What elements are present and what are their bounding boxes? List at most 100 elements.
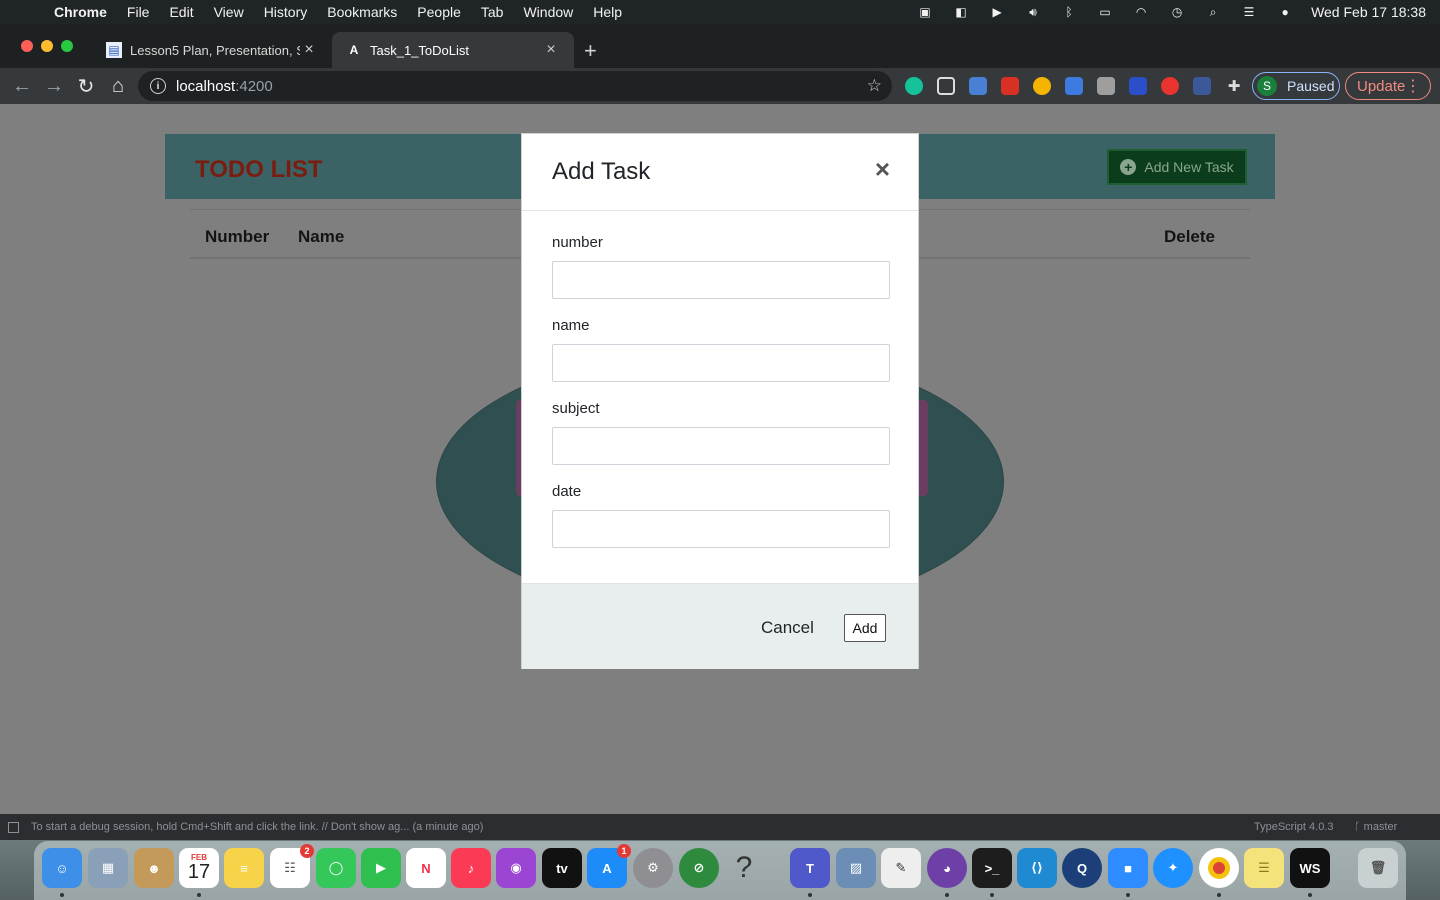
webstorm-icon[interactable]: WS: [1290, 848, 1330, 888]
new-tab-icon[interactable]: +: [584, 38, 597, 64]
facetime-icon[interactable]: ▶: [361, 848, 401, 888]
menu-view[interactable]: View: [204, 4, 254, 20]
menu-bookmarks[interactable]: Bookmarks: [317, 4, 407, 20]
name-input[interactable]: [552, 344, 890, 382]
subject-input[interactable]: [552, 427, 890, 465]
textedit-icon[interactable]: ✎: [881, 848, 921, 888]
preview-icon[interactable]: ▨: [836, 848, 876, 888]
chrome-icon[interactable]: [1199, 848, 1239, 888]
vscode-icon[interactable]: ⟨⟩: [1017, 848, 1057, 888]
menu-app-chrome[interactable]: Chrome: [44, 4, 117, 20]
git-branch[interactable]: ᚴ master: [1354, 821, 1397, 833]
panel-toggle-icon[interactable]: [8, 821, 19, 833]
menu-help[interactable]: Help: [583, 4, 632, 20]
help-question-icon[interactable]: ?: [724, 848, 764, 888]
reminders-icon[interactable]: ☷ 2: [270, 844, 314, 888]
app-store-icon[interactable]: A1: [587, 844, 631, 888]
add-new-task-button[interactable]: + Add New Task: [1107, 149, 1247, 185]
tab-close-icon[interactable]: ×: [542, 41, 560, 59]
adblock-extension-icon[interactable]: [1161, 77, 1179, 95]
menu-file[interactable]: File: [117, 4, 160, 20]
system-preferences-icon[interactable]: ⚙: [633, 848, 673, 888]
reload-icon[interactable]: ↻: [72, 72, 100, 100]
menu-history[interactable]: History: [254, 4, 318, 20]
play-icon[interactable]: ▶: [979, 0, 1015, 24]
calendar-icon[interactable]: FEB 17: [179, 848, 219, 888]
screen-record-icon[interactable]: ▣: [907, 0, 943, 24]
siri-icon[interactable]: ●: [1267, 0, 1303, 24]
running-indicator: [1126, 893, 1130, 897]
tools-extension-icon[interactable]: [1193, 77, 1211, 95]
terminal-icon[interactable]: >_: [972, 848, 1012, 888]
spotlight-search-icon[interactable]: ⌕: [1195, 0, 1231, 24]
text-extension-icon[interactable]: [1097, 77, 1115, 95]
url-host: localhost: [176, 77, 236, 95]
stickies-icon[interactable]: ☰: [1244, 848, 1284, 888]
messages-icon[interactable]: ◯: [316, 848, 356, 888]
tab-task-todolist[interactable]: A Task_1_ToDoList ×: [332, 32, 574, 68]
app-store-badge: 1: [617, 844, 631, 858]
notes-icon[interactable]: ≡: [224, 848, 264, 888]
close-icon[interactable]: ×: [875, 154, 890, 185]
number-input[interactable]: [552, 261, 890, 299]
date-input[interactable]: [552, 510, 890, 548]
window-minimize-button[interactable]: [41, 40, 53, 52]
extensions-puzzle-icon[interactable]: ✚: [1225, 77, 1243, 95]
form-group-subject: subject: [552, 400, 890, 465]
volume-icon[interactable]: 🔊︎: [1015, 0, 1051, 24]
menu-tab[interactable]: Tab: [471, 4, 514, 20]
update-button[interactable]: Update ⋮: [1345, 72, 1431, 100]
trash-icon[interactable]: 🗑︎: [1358, 848, 1398, 888]
github-desktop-icon[interactable]: ◕: [927, 848, 967, 888]
tab-close-icon[interactable]: ×: [300, 41, 318, 59]
news-icon[interactable]: N: [406, 848, 446, 888]
typescript-version[interactable]: TypeScript 4.0.3: [1254, 821, 1334, 833]
wifi-icon[interactable]: ◠: [1123, 0, 1159, 24]
finder-icon[interactable]: ☺: [42, 848, 82, 888]
time-machine-icon[interactable]: ◷: [1159, 0, 1195, 24]
apple-tv-icon[interactable]: tv: [542, 848, 582, 888]
back-arrow-icon[interactable]: ←: [8, 72, 36, 100]
running-indicator: [808, 893, 812, 897]
add-button[interactable]: Add: [844, 614, 886, 642]
cleaner-app-icon[interactable]: ⊘: [679, 848, 719, 888]
menu-edit[interactable]: Edit: [159, 4, 203, 20]
teams-icon[interactable]: T: [790, 848, 830, 888]
site-info-icon[interactable]: i: [150, 78, 166, 94]
quicktime-icon[interactable]: Q: [1062, 848, 1102, 888]
bookmark-star-icon[interactable]: ☆: [867, 76, 882, 96]
home-icon[interactable]: ⌂: [104, 72, 132, 100]
menu-clock[interactable]: Wed Feb 17 18:38: [1303, 4, 1440, 20]
window-close-button[interactable]: [21, 40, 33, 52]
window-zoom-button[interactable]: [61, 40, 73, 52]
menu-people[interactable]: People: [407, 4, 471, 20]
menu-window[interactable]: Window: [513, 4, 583, 20]
date-label: date: [552, 483, 582, 500]
running-indicator: [945, 893, 949, 897]
kebab-menu-icon[interactable]: ⋮: [1405, 76, 1421, 96]
cancel-button[interactable]: Cancel: [761, 618, 814, 638]
window-extension-icon[interactable]: [937, 77, 955, 95]
bluetooth-icon[interactable]: ᛒ: [1051, 0, 1087, 24]
podcasts-icon[interactable]: ◉: [496, 848, 536, 888]
safari-icon[interactable]: ✦: [1153, 848, 1193, 888]
grammarly-extension-icon[interactable]: [905, 77, 923, 95]
google-translate-extension-icon[interactable]: [969, 77, 987, 95]
column-header-name: Name: [298, 227, 345, 246]
zoom-icon[interactable]: ■: [1108, 848, 1148, 888]
contacts-icon[interactable]: ☻: [134, 848, 174, 888]
status-message[interactable]: To start a debug session, hold Cmd+Shift…: [31, 821, 483, 833]
music-icon[interactable]: ♪: [451, 848, 491, 888]
address-bar[interactable]: i localhost:4200 ☆: [138, 71, 892, 101]
layers-extension-icon[interactable]: [1065, 77, 1083, 95]
compass-extension-icon[interactable]: [1033, 77, 1051, 95]
launchpad-icon[interactable]: ▦: [88, 848, 128, 888]
m-app-icon[interactable]: ◧: [943, 0, 979, 24]
equal-extension-icon[interactable]: [1129, 77, 1147, 95]
battery-icon[interactable]: ▭: [1087, 0, 1123, 24]
pdf-extension-icon[interactable]: [1001, 77, 1019, 95]
forward-arrow-icon[interactable]: →: [40, 72, 68, 100]
control-center-icon[interactable]: ☰: [1231, 0, 1267, 24]
profile-button[interactable]: S Paused: [1252, 72, 1340, 100]
tab-lesson5-plan[interactable]: ▤ Lesson5 Plan, Presentation, Sc ×: [92, 32, 332, 68]
